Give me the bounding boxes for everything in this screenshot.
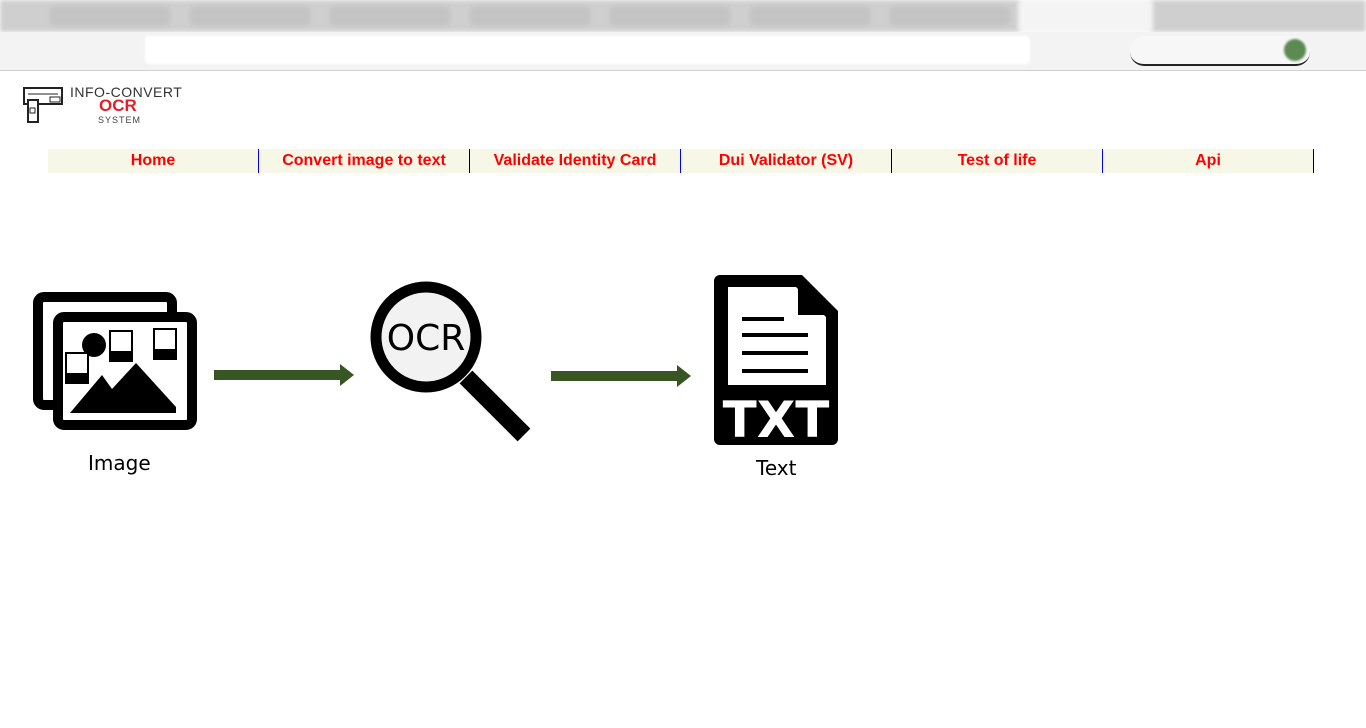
arrow-right-icon <box>551 365 691 387</box>
nav-test-of-life[interactable]: Test of life <box>892 149 1103 173</box>
text-caption: Text <box>756 456 797 480</box>
avatar <box>1284 39 1306 61</box>
nav-convert-image[interactable]: Convert image to text <box>259 149 470 173</box>
nav-api[interactable]: Api <box>1103 149 1314 173</box>
arrow-right-icon <box>214 364 354 386</box>
ocr-magnifier-icon: OCR <box>370 281 531 442</box>
profile-button[interactable] <box>1130 36 1310 66</box>
image-caption: Image <box>88 451 151 475</box>
txt-file-icon: TXT <box>714 275 838 448</box>
browser-tab-active[interactable] <box>1018 0 1153 32</box>
txt-file-icon <box>109 330 133 362</box>
ocr-label: OCR <box>387 318 466 359</box>
nav-validate-id[interactable]: Validate Identity Card <box>470 149 681 173</box>
browser-tab[interactable] <box>470 6 590 26</box>
browser-tab[interactable] <box>330 6 450 26</box>
logo-line3: SYSTEM <box>98 115 142 125</box>
logo-device-icon <box>23 87 63 123</box>
address-bar[interactable] <box>145 36 1030 64</box>
browser-tab[interactable] <box>750 6 870 26</box>
logo-line2: OCR <box>99 96 137 115</box>
browser-tab[interactable] <box>190 6 310 26</box>
browser-tab[interactable] <box>50 6 170 26</box>
nav-dui-validator[interactable]: Dui Validator (SV) <box>681 149 892 173</box>
nav-home[interactable]: Home <box>48 149 259 173</box>
browser-tab[interactable] <box>610 6 730 26</box>
txt-badge: TXT <box>723 391 830 448</box>
browser-tab-strip <box>0 0 1366 32</box>
main-nav: Home Convert image to text Validate Iden… <box>48 149 1314 173</box>
txt-file-icon <box>65 352 89 384</box>
browser-tab[interactable] <box>890 6 1010 26</box>
image-gallery-icon <box>33 292 197 430</box>
browser-toolbar <box>0 32 1366 71</box>
txt-file-icon <box>153 328 177 360</box>
